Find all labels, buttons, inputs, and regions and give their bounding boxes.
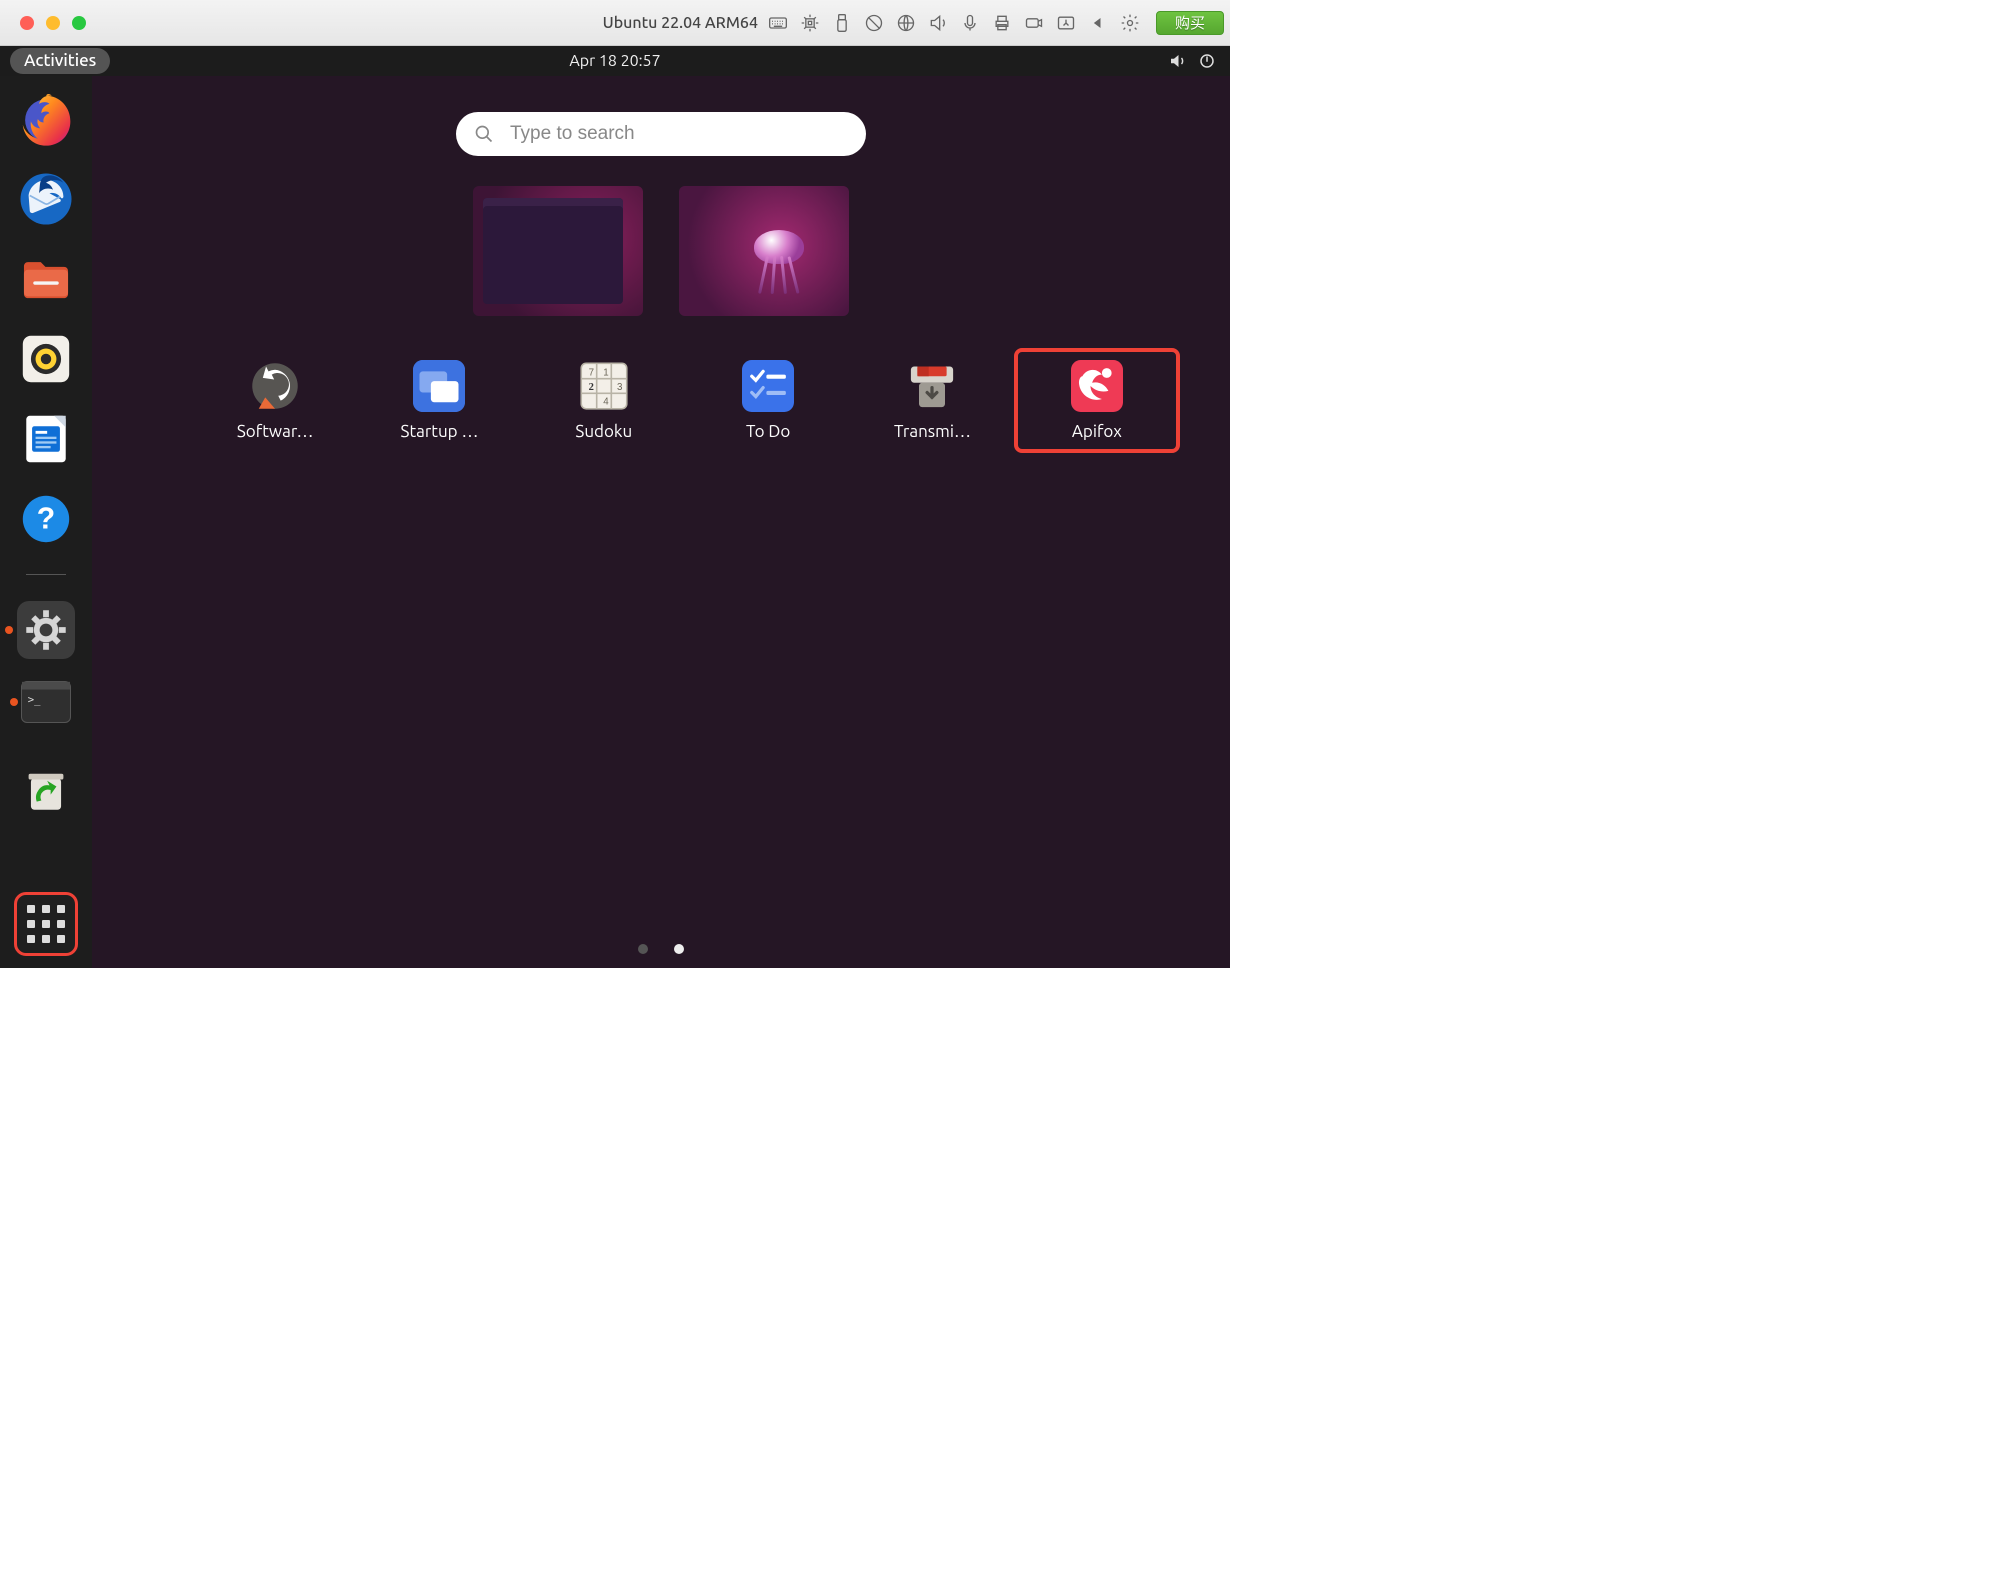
dock-item-firefox[interactable] xyxy=(17,90,75,148)
dock-item-rhythmbox[interactable] xyxy=(17,330,75,388)
workspace-thumbnail-1[interactable] xyxy=(473,186,643,316)
vm-title: Ubuntu 22.04 ARM64 xyxy=(603,14,758,32)
dock-item-help[interactable]: ? xyxy=(17,490,75,548)
dock-item-libreoffice-writer[interactable] xyxy=(17,410,75,468)
volume-icon[interactable] xyxy=(1168,52,1186,70)
dock-item-files[interactable] xyxy=(17,250,75,308)
status-area[interactable] xyxy=(1168,52,1216,70)
app-apifox[interactable]: Apifox xyxy=(1014,348,1180,453)
dock-item-trash[interactable] xyxy=(17,761,75,819)
show-applications-button[interactable] xyxy=(14,892,78,956)
network-disabled-icon[interactable] xyxy=(864,13,884,33)
trash-icon xyxy=(17,761,75,819)
page-dot-2[interactable] xyxy=(674,944,684,954)
software-updater-icon xyxy=(249,360,301,412)
apifox-icon xyxy=(1071,360,1123,412)
clock[interactable]: Apr 18 20:57 xyxy=(569,52,660,70)
files-icon xyxy=(17,250,75,308)
globe-icon[interactable] xyxy=(896,13,916,33)
overview-area: Softwar… Startup … xyxy=(92,76,1230,968)
svg-text:?: ? xyxy=(37,502,55,535)
host-toolbar-icons: 购买 xyxy=(768,11,1224,35)
app-label: Startup … xyxy=(401,422,479,441)
sudoku-icon: 7 1 2 3 4 xyxy=(578,360,630,412)
svg-text:4: 4 xyxy=(603,397,609,408)
vm-screen: Activities Apr 18 20:57 xyxy=(0,46,1230,968)
search-input[interactable] xyxy=(508,122,848,146)
dock-separator xyxy=(26,574,66,575)
transmission-icon xyxy=(906,360,958,412)
gear-icon[interactable] xyxy=(1120,13,1140,33)
macos-titlebar: Ubuntu 22.04 ARM64 购买 xyxy=(0,0,1230,46)
search-bar[interactable] xyxy=(456,112,866,156)
app-todo[interactable]: To Do xyxy=(695,360,841,441)
app-grid-row: Softwar… Startup … xyxy=(202,360,1170,441)
app-label: Transmi… xyxy=(894,422,971,441)
app-label: To Do xyxy=(746,422,790,441)
app-label: Softwar… xyxy=(237,422,314,441)
dock-item-terminal[interactable]: >_ xyxy=(21,681,71,723)
back-icon[interactable] xyxy=(1088,13,1108,33)
app-label: Apifox xyxy=(1072,422,1122,441)
keyboard-icon[interactable] xyxy=(768,13,788,33)
svg-text:>_: >_ xyxy=(28,694,41,706)
page-indicator[interactable] xyxy=(638,944,684,954)
running-indicator xyxy=(10,698,18,706)
buy-button[interactable]: 购买 xyxy=(1156,11,1224,35)
thunderbird-icon xyxy=(17,170,75,228)
usb-icon[interactable] xyxy=(832,13,852,33)
printer-icon[interactable] xyxy=(992,13,1012,33)
help-icon: ? xyxy=(17,490,75,548)
page-dot-1[interactable] xyxy=(638,944,648,954)
svg-text:2: 2 xyxy=(588,382,593,393)
workspace-thumbnail-2[interactable] xyxy=(679,186,849,316)
app-startup-applications[interactable]: Startup … xyxy=(366,360,512,441)
settings-icon xyxy=(17,601,75,659)
todo-icon xyxy=(742,360,794,412)
dock-item-thunderbird[interactable] xyxy=(17,170,75,228)
terminal-icon: >_ xyxy=(22,681,70,723)
app-software-updater[interactable]: Softwar… xyxy=(202,360,348,441)
share-display-icon[interactable] xyxy=(1056,13,1076,33)
activities-button[interactable]: Activities xyxy=(10,48,110,74)
sound-icon[interactable] xyxy=(928,13,948,33)
app-sudoku[interactable]: 7 1 2 3 4 Sudoku xyxy=(531,360,677,441)
svg-text:3: 3 xyxy=(617,382,622,393)
window-controls xyxy=(20,16,86,30)
minimize-window-button[interactable] xyxy=(46,16,60,30)
libreoffice-writer-icon xyxy=(17,410,75,468)
search-icon xyxy=(474,124,494,144)
startup-apps-icon xyxy=(413,360,465,412)
close-window-button[interactable] xyxy=(20,16,34,30)
cpu-icon[interactable] xyxy=(800,13,820,33)
running-indicator xyxy=(5,626,13,634)
app-transmission[interactable]: Transmi… xyxy=(859,360,1005,441)
gnome-top-bar: Activities Apr 18 20:57 xyxy=(0,46,1230,76)
svg-text:7: 7 xyxy=(588,367,593,378)
firefox-icon xyxy=(17,90,75,148)
app-label: Sudoku xyxy=(575,422,632,441)
dock-item-settings[interactable] xyxy=(17,601,75,659)
mic-icon[interactable] xyxy=(960,13,980,33)
svg-text:1: 1 xyxy=(603,367,608,378)
camera-icon[interactable] xyxy=(1024,13,1044,33)
dock: ? >_ xyxy=(0,76,92,968)
rhythmbox-icon xyxy=(17,330,75,388)
maximize-window-button[interactable] xyxy=(72,16,86,30)
workspace-thumbnails xyxy=(473,186,849,316)
power-icon[interactable] xyxy=(1198,52,1216,70)
